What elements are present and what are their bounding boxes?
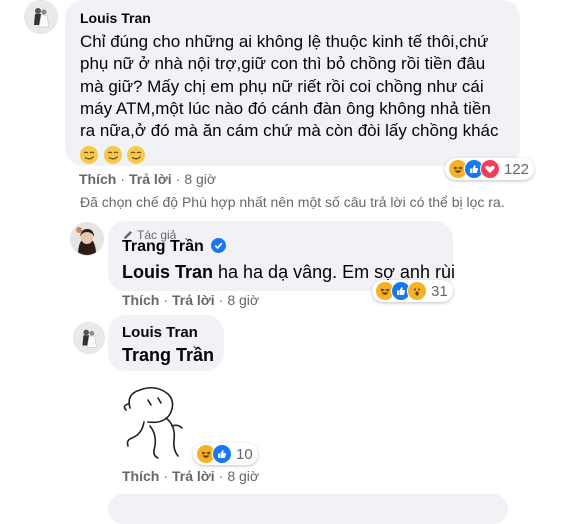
reaction-summary[interactable]: 31 bbox=[372, 280, 453, 302]
reaction-count: 31 bbox=[431, 282, 448, 300]
reply-author[interactable]: Trang Trần bbox=[122, 238, 204, 255]
smirk-emoji bbox=[80, 146, 98, 165]
wedding-photo-icon bbox=[25, 1, 57, 33]
reaction-summary[interactable]: 10 bbox=[193, 443, 258, 465]
reply-link[interactable]: Trả lời bbox=[172, 468, 215, 484]
love-icon bbox=[480, 159, 500, 179]
profile-photo-icon bbox=[71, 223, 103, 255]
reply-message: ha ha dạ vâng. Em sợ anh rùi bbox=[213, 262, 455, 282]
smirk-emoji bbox=[127, 146, 146, 165]
wow-icon bbox=[407, 281, 427, 301]
comment-line: Chỉ đúng cho những ai không lệ thuộc kin… bbox=[80, 32, 489, 51]
mention-link[interactable]: Louis Tran bbox=[122, 262, 213, 282]
timestamp[interactable]: 8 giờ bbox=[227, 468, 259, 484]
timestamp[interactable]: 8 giờ bbox=[227, 292, 259, 308]
comment-line: ra nữa,ở đó mà ăn cám chứ mà còn đòi lấy… bbox=[80, 121, 499, 141]
reply-bubble: Louis Tran Trang Trần bbox=[108, 315, 224, 371]
avatar[interactable] bbox=[24, 0, 58, 34]
next-reply-bubble bbox=[108, 494, 508, 524]
reaction-count: 122 bbox=[504, 160, 530, 178]
smirk-emoji bbox=[103, 146, 122, 165]
like-link[interactable]: Thích bbox=[122, 292, 159, 308]
like-link[interactable]: Thích bbox=[122, 468, 159, 484]
comment-line: mà giữ? Mấy chị em phụ nữ riết rồi coi c… bbox=[80, 76, 484, 96]
like-icon bbox=[212, 444, 232, 464]
reply-link[interactable]: Trả lời bbox=[129, 171, 172, 187]
reply-link[interactable]: Trả lời bbox=[172, 292, 215, 308]
comment-line: phụ nữ ở nhà nội trợ,giữ con thì bỏ chồn… bbox=[80, 54, 486, 74]
avatar[interactable] bbox=[70, 222, 104, 256]
shrug-line-sticker bbox=[123, 386, 183, 459]
comment-bubble: Louis Tran Chỉ đúng cho những ai không l… bbox=[65, 0, 520, 166]
reply-actions: Thích · Trả lời · 8 giờ bbox=[122, 292, 260, 308]
reaction-count: 10 bbox=[236, 445, 253, 463]
comment-actions: Thích · Trả lời · 8 giờ bbox=[79, 171, 217, 187]
avatar[interactable] bbox=[73, 322, 105, 354]
emoji-row bbox=[80, 145, 499, 167]
reply-actions: Thích · Trả lời · 8 giờ bbox=[122, 468, 260, 484]
mention-link[interactable]: Trang Trần bbox=[122, 345, 214, 366]
wedding-photo-icon bbox=[74, 323, 104, 353]
reply-author-row: Trang Trần bbox=[122, 238, 227, 258]
comment-line: máy ATM,một lúc nào đó cánh đàn ông khôn… bbox=[80, 98, 491, 118]
filter-notice: Đã chọn chế độ Phù hợp nhất nên một số c… bbox=[80, 194, 505, 210]
comment-text: Chỉ đúng cho những ai không lệ thuộc kin… bbox=[80, 31, 499, 168]
comment-author[interactable]: Louis Tran bbox=[80, 10, 151, 26]
timestamp[interactable]: 8 giờ bbox=[184, 171, 216, 187]
reaction-summary[interactable]: 122 bbox=[445, 158, 535, 180]
like-link[interactable]: Thích bbox=[79, 171, 116, 187]
reply-author[interactable]: Louis Tran bbox=[122, 324, 198, 341]
verified-badge-icon bbox=[211, 238, 227, 258]
sticker[interactable] bbox=[118, 380, 198, 460]
